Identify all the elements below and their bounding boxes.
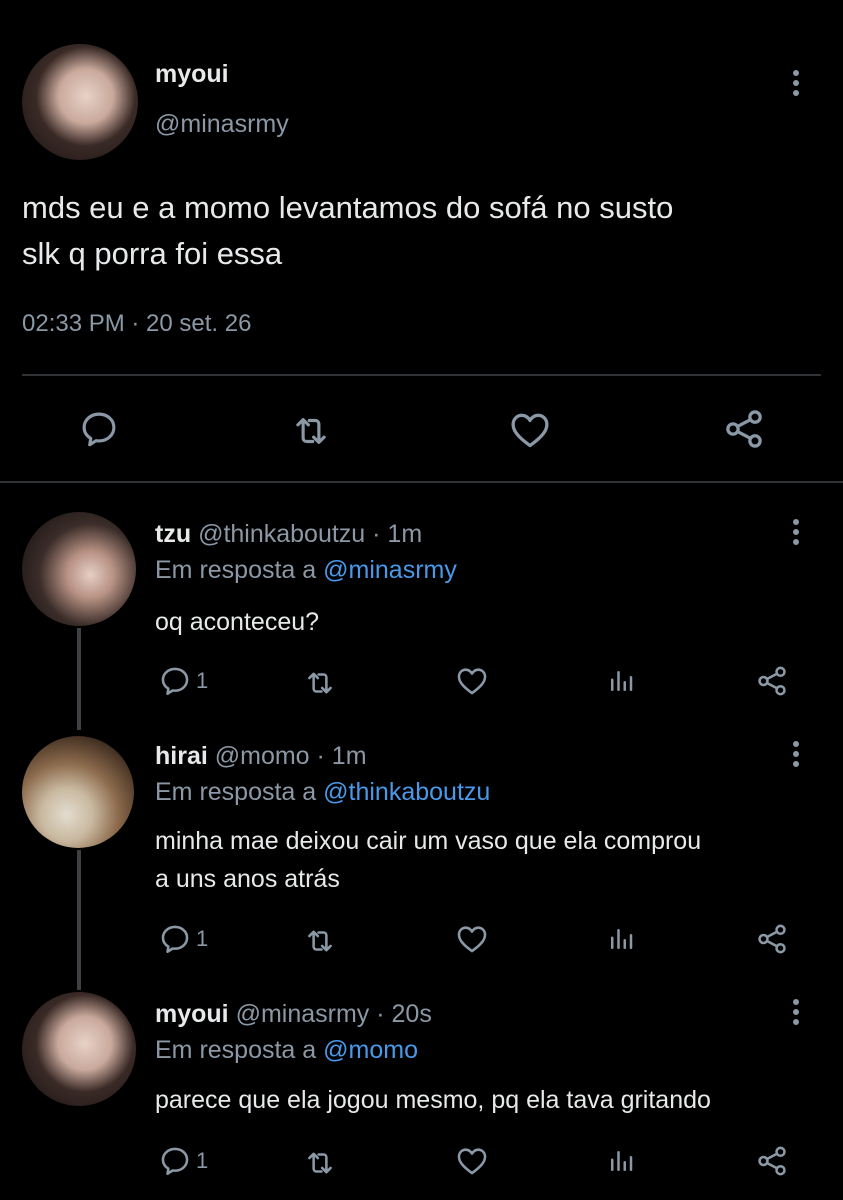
retweet-button[interactable] <box>303 1146 337 1180</box>
tweet-text: mds eu e a momo levantamos do sofá no su… <box>22 185 822 277</box>
author-name[interactable]: hirai <box>155 742 208 770</box>
more-options-icon[interactable] <box>792 999 800 1025</box>
reply-count: 1 <box>196 926 209 951</box>
share-button[interactable] <box>755 922 789 956</box>
reply-to-link[interactable]: @thinkaboutzu <box>323 778 490 806</box>
reply-text-line: parece que ela jogou mesmo, pq ela tava … <box>155 1086 711 1114</box>
share-button[interactable] <box>722 407 766 451</box>
views-button[interactable] <box>606 666 636 696</box>
retweet-button[interactable] <box>290 410 332 452</box>
avatar[interactable] <box>22 736 134 848</box>
like-icon <box>455 664 489 698</box>
avatar[interactable] <box>22 44 138 160</box>
author-meta[interactable]: @minasrmy · 20s <box>236 1000 432 1028</box>
author-meta[interactable]: @momo · 1m <box>215 742 367 770</box>
reply-text: oq aconteceu? <box>155 604 319 640</box>
reply-text-line: minha mae deixou cair um vaso que ela co… <box>155 827 702 855</box>
reply-context-label: Em resposta a <box>155 556 317 584</box>
author-name[interactable]: myoui <box>155 1000 229 1028</box>
share-icon <box>755 1144 789 1178</box>
more-options-icon[interactable] <box>792 519 800 545</box>
author-handle[interactable]: @minasrmy <box>155 110 289 139</box>
tweet-timestamp[interactable]: 02:33 PM · 20 set. 26 <box>22 310 251 338</box>
reply-count: 1 <box>196 1148 209 1173</box>
reply-icon <box>158 922 192 956</box>
like-icon <box>455 1144 489 1178</box>
like-button[interactable] <box>455 922 489 956</box>
divider <box>0 481 843 483</box>
retweet-icon <box>303 924 337 958</box>
reply-context-label: Em resposta a <box>155 778 317 806</box>
reply-button[interactable]: 1 <box>158 1144 208 1178</box>
reply-to-link[interactable]: @minasrmy <box>323 556 457 584</box>
reply-text-line: oq aconteceu? <box>155 608 320 636</box>
reply-icon <box>158 664 192 698</box>
retweet-icon <box>303 1146 337 1180</box>
retweet-button[interactable] <box>303 924 337 958</box>
reply-text: minha mae deixou cair um vaso que ela co… <box>155 822 825 898</box>
reply-to-link[interactable]: @momo <box>323 1036 418 1064</box>
like-button[interactable] <box>508 408 552 452</box>
retweet-icon <box>290 410 332 452</box>
more-options-icon[interactable] <box>792 70 800 96</box>
author-meta[interactable]: @thinkaboutzu · 1m <box>198 520 422 548</box>
like-icon <box>508 408 552 452</box>
reply-button[interactable]: 1 <box>158 922 208 956</box>
tweet-text-line: mds eu e a momo levantamos do sofá no su… <box>22 190 674 225</box>
reply-button[interactable] <box>78 408 120 450</box>
share-button[interactable] <box>755 664 789 698</box>
like-button[interactable] <box>455 1144 489 1178</box>
share-icon <box>755 922 789 956</box>
like-button[interactable] <box>455 664 489 698</box>
author-name[interactable]: tzu <box>155 520 191 548</box>
reply-text-line: a uns anos atrás <box>155 865 340 893</box>
stats-icon <box>606 1146 636 1176</box>
tweet-text-line: slk q porra foi essa <box>22 236 283 271</box>
reply-button[interactable]: 1 <box>158 664 208 698</box>
reply-icon <box>78 408 120 450</box>
avatar[interactable] <box>22 992 136 1106</box>
divider <box>22 374 821 376</box>
reply-text: parece que ela jogou mesmo, pq ela tava … <box>155 1082 711 1118</box>
reply-context-label: Em resposta a <box>155 1036 317 1064</box>
thread-line <box>77 628 81 730</box>
retweet-button[interactable] <box>303 666 337 700</box>
reply-count: 1 <box>196 668 209 693</box>
reply-icon <box>158 1144 192 1178</box>
avatar[interactable] <box>22 512 136 626</box>
share-icon <box>755 664 789 698</box>
share-icon <box>722 407 766 451</box>
share-button[interactable] <box>755 1144 789 1178</box>
views-button[interactable] <box>606 924 636 954</box>
stats-icon <box>606 666 636 696</box>
retweet-icon <box>303 666 337 700</box>
more-options-icon[interactable] <box>792 741 800 767</box>
stats-icon <box>606 924 636 954</box>
views-button[interactable] <box>606 1146 636 1176</box>
like-icon <box>455 922 489 956</box>
author-name[interactable]: myoui <box>155 60 229 89</box>
thread-line <box>77 850 81 990</box>
